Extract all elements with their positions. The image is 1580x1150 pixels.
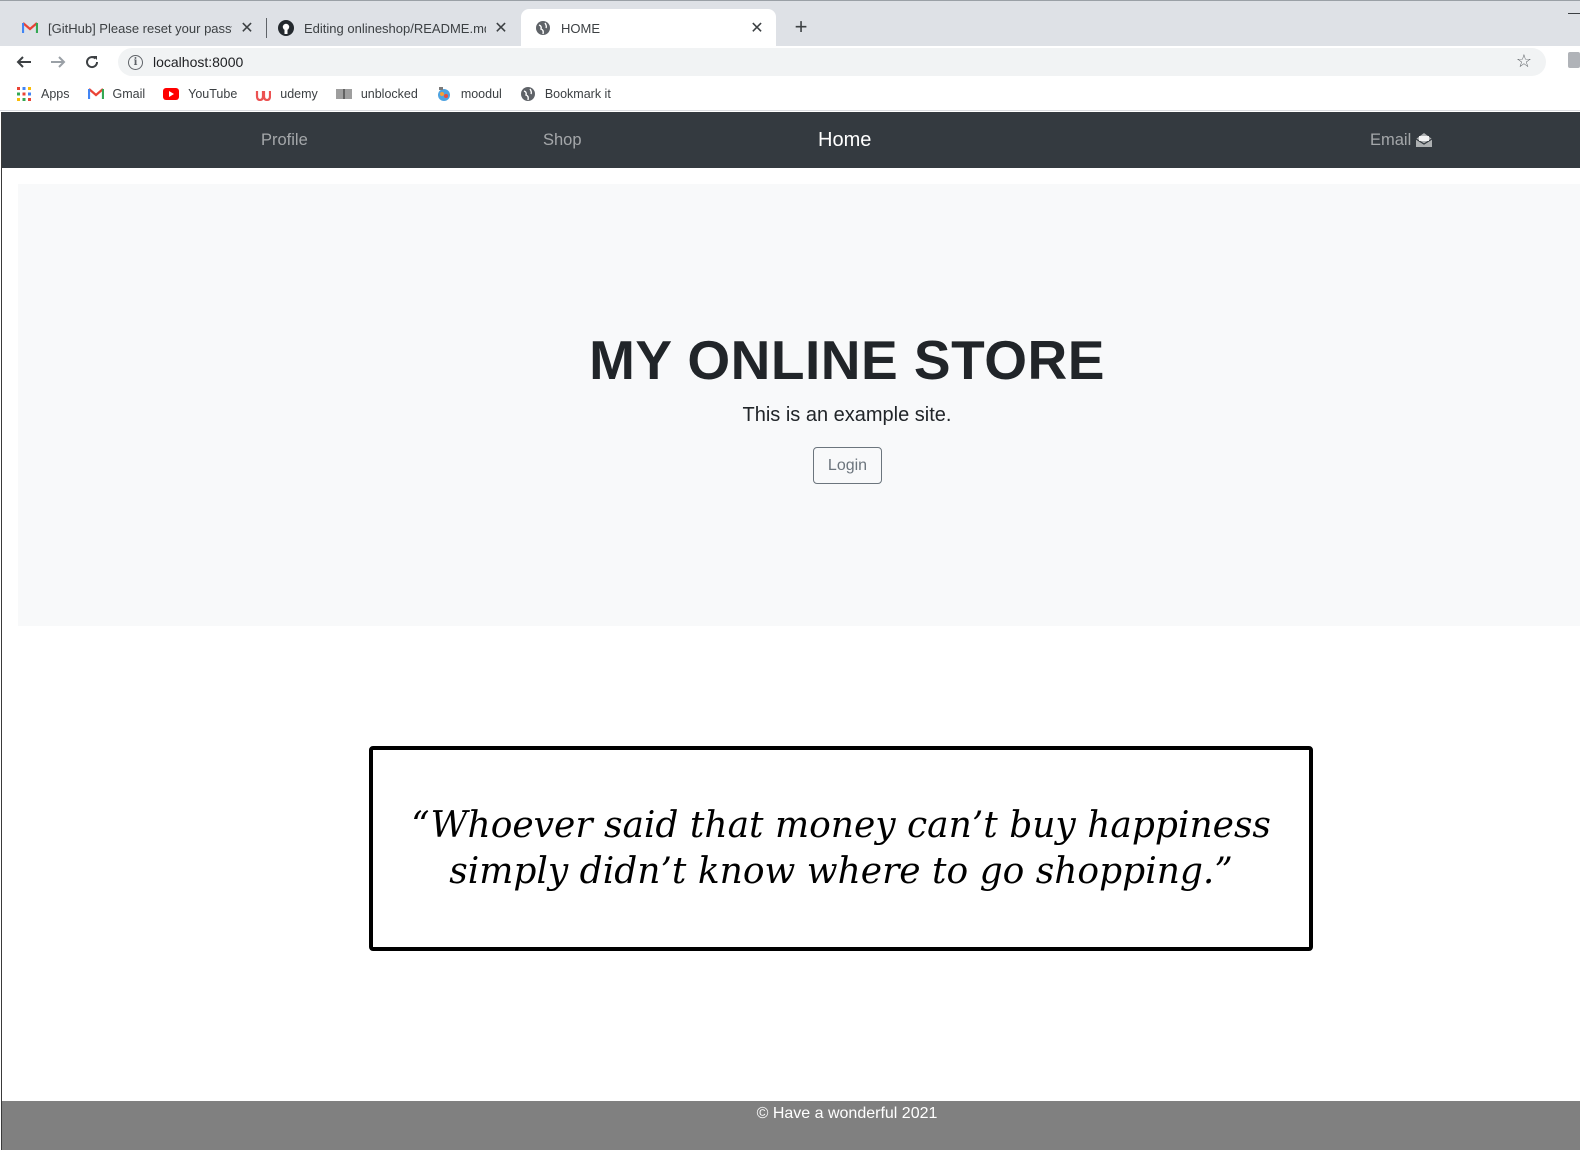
tab-title: [GitHub] Please reset your passw [48,20,232,36]
nav-link-profile[interactable]: Profile [261,112,308,168]
bookmark-label: udemy [280,87,318,101]
bookmark-youtube[interactable]: YouTube [163,86,237,102]
site-footer: © Have a wonderful 2021 [2,1101,1580,1150]
tab-editing-readme[interactable]: Editing onlineshop/README.md ✕ [266,9,520,47]
nav-link-shop[interactable]: Shop [543,112,582,168]
bookmark-label: unblocked [360,87,418,101]
window-minimize-button[interactable] [1568,13,1580,14]
bookmark-udemy[interactable]: udemy [255,86,318,102]
browser-tab-strip: [GitHub] Please reset your passw ✕ Editi… [0,0,1580,47]
bookmark-label: Apps [41,87,70,101]
envelope-open-icon [1415,132,1433,148]
bookmark-gmail[interactable]: Gmail [87,86,146,102]
back-arrow-icon[interactable] [12,50,36,74]
bookmark-bookmark-it[interactable]: Bookmark it [520,86,611,102]
book-icon [335,86,352,102]
gmail-icon [22,20,38,36]
nav-link-home[interactable]: Home [818,112,871,168]
extension-icon[interactable] [1568,52,1580,68]
udemy-icon [255,86,272,102]
bookmark-unblocked[interactable]: unblocked [335,86,418,102]
quote-text: “Whoever said that money can’t buy happi… [411,804,1271,892]
globe-icon [520,86,536,102]
info-icon[interactable]: i [128,54,143,70]
github-icon [278,20,294,36]
page-subtitle: This is an example site. [742,404,952,426]
nav-link-email[interactable]: Email [1370,112,1433,168]
bookmark-label: Bookmark it [544,87,611,101]
apps-grid-icon [16,86,32,102]
bookmark-label: Gmail [112,87,146,101]
bookmark-star-icon[interactable]: ☆ [1516,52,1532,70]
bookmark-label: YouTube [188,87,238,101]
bookmarks-bar: Apps Gmail YouTube udemy unblocked moodu… [0,78,1580,111]
quote-box: “Whoever said that money can’t buy happi… [369,746,1313,951]
gmail-icon [87,86,104,102]
new-tab-button[interactable]: + [789,14,813,39]
url-text: localhost:8000 [153,54,244,70]
bookmark-moodul[interactable]: moodul [436,86,502,102]
tab-title: Editing onlineshop/README.md [304,20,486,36]
reload-icon[interactable] [80,50,104,74]
close-icon[interactable]: ✕ [238,19,256,37]
browser-toolbar: i localhost:8000 ☆ [0,46,1580,78]
tab-github-reset-email[interactable]: [GitHub] Please reset your passw ✕ [0,9,266,47]
tab-home[interactable]: HOME ✕ [521,9,776,47]
moodul-icon [436,86,452,102]
nav-link-email-label: Email [1370,130,1412,149]
close-icon[interactable]: ✕ [492,19,510,37]
bookmark-apps[interactable]: Apps [16,86,70,102]
footer-text: © Have a wonderful 2021 [756,1105,938,1122]
globe-icon [535,20,551,36]
login-button[interactable]: Login [813,447,882,484]
youtube-icon [163,86,180,102]
web-page: Profile Shop Home Email MY ONLINE STORE … [1,112,1580,1150]
bookmark-label: moodul [460,87,502,101]
page-title: MY ONLINE STORE [589,329,1105,391]
site-navbar: Profile Shop Home Email [2,112,1580,168]
tab-title: HOME [561,20,600,36]
address-bar[interactable]: i localhost:8000 [118,48,1546,76]
close-icon[interactable]: ✕ [748,19,766,37]
forward-arrow-icon[interactable] [46,50,70,74]
